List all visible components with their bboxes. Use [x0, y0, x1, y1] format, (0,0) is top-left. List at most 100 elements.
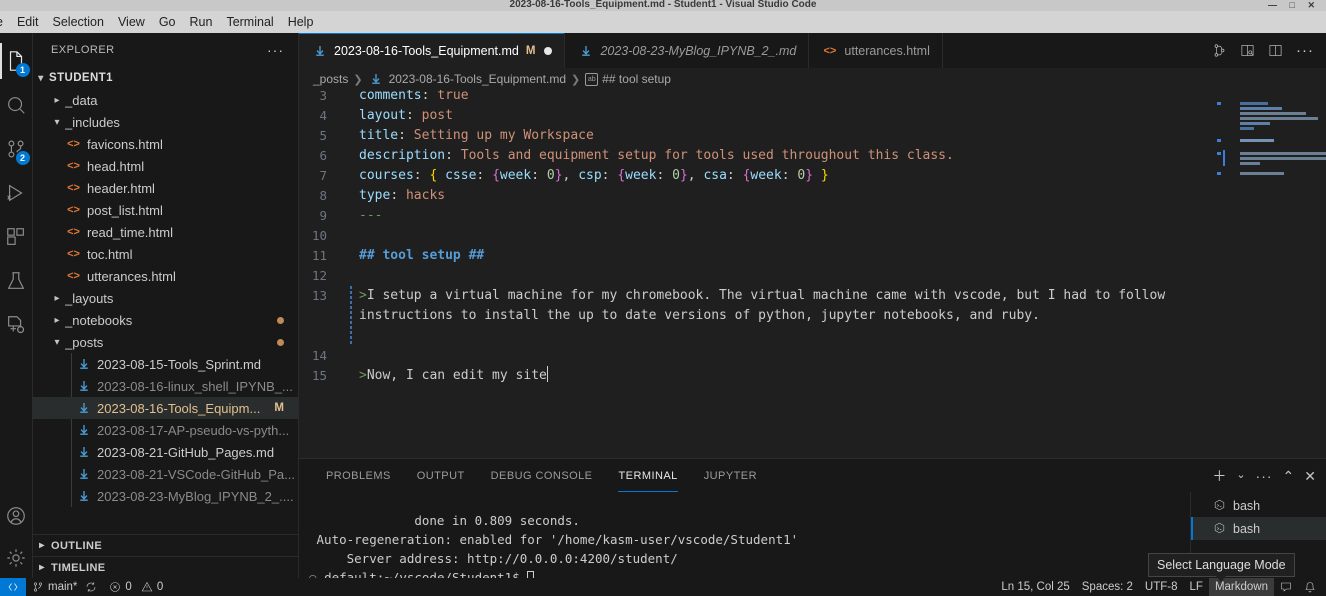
activity-remote-explorer[interactable]: [0, 303, 33, 347]
tree-folder-includes[interactable]: ▾ _includes: [33, 111, 298, 133]
open-preview-to-side-icon[interactable]: [1240, 43, 1255, 58]
tree-file-read-time-html[interactable]: <> read_time.html: [33, 221, 298, 243]
status-cursor-position[interactable]: Ln 15, Col 25: [995, 578, 1075, 596]
sidebar-section-label: TIMELINE: [51, 561, 106, 574]
sidebar-section-label: OUTLINE: [51, 539, 103, 552]
status-problems[interactable]: 0 0: [103, 578, 169, 596]
activity-testing[interactable]: [0, 259, 33, 303]
tab-label: 2023-08-23-MyBlog_IPYNB_2_.md: [600, 43, 797, 58]
remote-indicator[interactable]: [0, 578, 26, 596]
tree-root-student1[interactable]: ▾ STUDENT1: [33, 67, 298, 89]
activity-search[interactable]: [0, 83, 33, 127]
html-file-icon: <>: [67, 248, 80, 260]
line-content: >I setup a virtual machine for my chrome…: [359, 288, 1173, 323]
tree-file-2023-08-21-github-pages[interactable]: 2023-08-21-GitHub_Pages.md: [33, 441, 298, 463]
tree-file-2023-08-15-tools-sprint[interactable]: 2023-08-15-Tools_Sprint.md: [33, 353, 298, 375]
activity-extensions[interactable]: [0, 215, 33, 259]
activity-run-debug[interactable]: [0, 171, 33, 215]
status-indentation[interactable]: Spaces: 2: [1076, 578, 1139, 596]
sidebar-section-outline[interactable]: ▸ OUTLINE: [33, 534, 298, 556]
sidebar-header: EXPLORER ···: [33, 33, 298, 67]
tab-dirty-dot[interactable]: [544, 46, 553, 55]
tree-folder-data[interactable]: ▸ _data: [33, 89, 298, 111]
terminal-bash-icon: [1214, 522, 1225, 534]
activity-accounts[interactable]: [0, 494, 33, 538]
menu-item-view[interactable]: View: [111, 13, 152, 31]
tree-item-label: utterances.html: [87, 268, 176, 284]
line-content: type: hacks: [359, 188, 446, 203]
breadcrumb-item-posts[interactable]: _posts: [313, 72, 348, 86]
menu-item-selection[interactable]: Selection: [46, 13, 111, 31]
maximize-panel-icon[interactable]: ⌃: [1283, 469, 1295, 483]
menu-item-file[interactable]: e: [0, 13, 10, 31]
sidebar-more-icon[interactable]: ···: [267, 42, 284, 58]
activity-explorer[interactable]: 1: [0, 39, 33, 83]
tree-file-post-list-html[interactable]: <> post_list.html: [33, 199, 298, 221]
tab-2023-08-23-myblog-ipynb[interactable]: 2023-08-23-MyBlog_IPYNB_2_.md: [565, 33, 810, 68]
line-number: 7: [319, 168, 327, 183]
tree-file-2023-08-21-vscode-github[interactable]: 2023-08-21-VSCode-GitHub_Pa...: [33, 463, 298, 485]
activity-manage[interactable]: [0, 538, 33, 578]
menu-item-run[interactable]: Run: [183, 13, 220, 31]
tab-bar: 2023-08-16-Tools_Equipment.md M 2023-08-…: [299, 33, 1326, 68]
activity-source-control[interactable]: 2: [0, 127, 33, 171]
terminal-dropdown-icon[interactable]: ⌄: [1236, 470, 1245, 481]
open-preview-icon[interactable]: [1212, 43, 1227, 58]
tree-folder-layouts[interactable]: ▸ _layouts: [33, 287, 298, 309]
activity-bar: 1 2: [0, 33, 33, 578]
tree-file-header-html[interactable]: <> header.html: [33, 177, 298, 199]
panel-tab-terminal[interactable]: TERMINAL: [605, 459, 690, 492]
menu-bar: e Edit Selection View Go Run Terminal He…: [0, 11, 1326, 33]
terminal-list-item-bash-2[interactable]: bash: [1191, 517, 1326, 540]
text-cursor: [546, 366, 549, 382]
tab-label: 2023-08-16-Tools_Equipment.md: [334, 43, 519, 58]
status-feedback[interactable]: [1274, 578, 1298, 596]
html-file-icon: <>: [67, 226, 80, 238]
panel-tab-problems[interactable]: PROBLEMS: [313, 459, 404, 492]
panel-tab-jupyter[interactable]: JUPYTER: [691, 459, 770, 492]
status-branch[interactable]: main*: [26, 578, 103, 596]
tree-item-label: _posts: [65, 334, 104, 350]
code-editor[interactable]: 3 comments: true 4 layout: post 5 title:…: [299, 90, 1214, 458]
sidebar-section-timeline[interactable]: ▸ TIMELINE: [33, 556, 298, 578]
panel-tab-debug-console[interactable]: DEBUG CONSOLE: [478, 459, 606, 492]
terminal-list-item-bash-1[interactable]: bash: [1191, 494, 1326, 517]
tree-file-2023-08-16-tools-equipment[interactable]: 2023-08-16-Tools_Equipm... M: [33, 397, 298, 419]
tree-file-2023-08-23-myblog-ipynb[interactable]: 2023-08-23-MyBlog_IPYNB_2_....: [33, 485, 298, 507]
tree-file-favicons-html[interactable]: <> favicons.html: [33, 133, 298, 155]
file-tree[interactable]: ▾ STUDENT1 ▸ _data ▾ _includes <> favico…: [33, 67, 298, 534]
minimap[interactable]: [1214, 90, 1326, 458]
menu-item-edit[interactable]: Edit: [10, 13, 46, 31]
menu-item-go[interactable]: Go: [152, 13, 183, 31]
close-panel-icon[interactable]: ✕: [1304, 469, 1316, 483]
tree-file-2023-08-16-linux-shell[interactable]: 2023-08-16-linux_shell_IPYNB_...: [33, 375, 298, 397]
error-icon: [110, 582, 121, 592]
status-eol[interactable]: LF: [1184, 578, 1209, 596]
menu-item-terminal[interactable]: Terminal: [219, 13, 280, 31]
tree-folder-posts[interactable]: ▾ _posts: [33, 331, 298, 353]
tree-file-utterances-html[interactable]: <> utterances.html: [33, 265, 298, 287]
code-line: 5 title: Setting up my Workspace: [299, 126, 1214, 146]
tab-2023-08-16-tools-equipment[interactable]: 2023-08-16-Tools_Equipment.md M: [299, 33, 566, 68]
status-notifications[interactable]: [1298, 578, 1322, 596]
chevron-down-icon: ▾: [54, 116, 60, 128]
window-controls[interactable]: — □ ✕: [1268, 0, 1320, 11]
more-actions-icon[interactable]: ···: [1296, 42, 1314, 59]
split-editor-icon[interactable]: [1268, 43, 1283, 58]
breadcrumb-item-symbol[interactable]: ab ## tool setup: [585, 72, 671, 86]
tab-utterances-html[interactable]: <> utterances.html: [809, 33, 943, 68]
tree-file-head-html[interactable]: <> head.html: [33, 155, 298, 177]
tree-file-2023-08-17-ap-pseudo[interactable]: 2023-08-17-AP-pseudo-vs-pyth...: [33, 419, 298, 441]
menu-item-help[interactable]: Help: [281, 13, 321, 31]
html-file-icon: <>: [67, 270, 80, 282]
new-terminal-icon[interactable]: ＋: [1212, 469, 1226, 483]
panel-more-icon[interactable]: ···: [1256, 469, 1273, 483]
tree-item-label: _includes: [65, 114, 120, 130]
terminal-line: Server address: http://0.0.0.0:4200/stud…: [309, 551, 678, 566]
terminal-output[interactable]: done in 0.809 seconds. Auto-regeneration…: [299, 492, 1190, 578]
tree-file-toc-html[interactable]: <> toc.html: [33, 243, 298, 265]
status-encoding[interactable]: UTF-8: [1139, 578, 1184, 596]
breadcrumb-item-file[interactable]: 2023-08-16-Tools_Equipment.md: [368, 72, 566, 86]
tree-folder-notebooks[interactable]: ▸ _notebooks: [33, 309, 298, 331]
panel-tab-output[interactable]: OUTPUT: [404, 459, 478, 492]
